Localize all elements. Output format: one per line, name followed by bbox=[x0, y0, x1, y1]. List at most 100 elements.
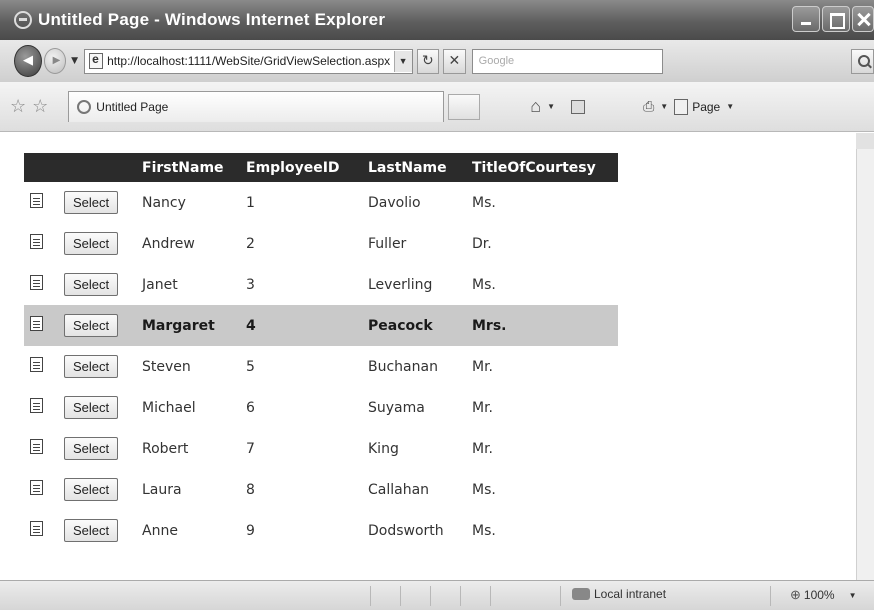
home-icon[interactable]: ⌂ bbox=[530, 96, 541, 117]
add-favorites-icon[interactable]: ☆ bbox=[32, 96, 48, 117]
address-dropdown-icon[interactable]: ▼ bbox=[393, 50, 412, 72]
header-firstname: FirstName bbox=[138, 153, 242, 182]
select-cell: Select bbox=[60, 182, 138, 223]
tab-label: Untitled Page bbox=[96, 100, 169, 114]
cell-titleofcourtesy: Mrs. bbox=[468, 305, 618, 346]
window-title: Untitled Page - Windows Internet Explore… bbox=[38, 10, 386, 29]
header-titleofcourtesy: TitleOfCourtesy bbox=[468, 153, 618, 182]
window-controls bbox=[792, 6, 874, 32]
cell-lastname: Dodsworth bbox=[368, 522, 444, 539]
cell-lastname: King bbox=[368, 440, 399, 457]
security-zone[interactable]: Local intranet bbox=[572, 587, 666, 601]
scroll-up-button[interactable] bbox=[856, 133, 874, 149]
network-icon bbox=[572, 588, 590, 600]
cell-lastname: Fuller bbox=[368, 235, 407, 252]
select-cell: Select bbox=[60, 387, 138, 428]
document-icon bbox=[30, 357, 43, 372]
page-dropdown-icon[interactable]: ▼ bbox=[726, 102, 734, 111]
stop-icon[interactable]: ✕ bbox=[443, 48, 466, 74]
table-row: Select Laura 8 Callahan Ms. bbox=[24, 469, 618, 510]
select-cell: Select bbox=[60, 510, 138, 551]
select-button[interactable]: Select bbox=[64, 437, 119, 460]
search-input[interactable]: Google bbox=[471, 48, 664, 74]
header-blank bbox=[60, 153, 138, 182]
document-icon bbox=[30, 398, 43, 413]
cell-firstname: Steven bbox=[142, 358, 191, 375]
page-menu-button[interactable]: Page bbox=[692, 100, 720, 114]
cell-titleofcourtesy: Ms. bbox=[472, 522, 496, 539]
cell-firstname: Laura bbox=[142, 481, 182, 498]
status-divider bbox=[770, 586, 771, 606]
select-button[interactable]: Select bbox=[64, 478, 119, 501]
cell-employeeid: 2 bbox=[246, 235, 255, 252]
close-button[interactable] bbox=[852, 6, 874, 32]
refresh-icon[interactable]: ↻ bbox=[416, 48, 440, 74]
cell-lastname: Peacock bbox=[364, 305, 468, 346]
page-content: FirstName EmployeeID LastName TitleOfCou… bbox=[8, 133, 860, 580]
command-bar: ⌂ ▼ ⎙ ▼ Page ▼ bbox=[480, 96, 734, 117]
maximize-button[interactable] bbox=[822, 6, 850, 32]
grid-header-row: FirstName EmployeeID LastName TitleOfCou… bbox=[24, 153, 618, 182]
address-url[interactable]: http://localhost:1111/WebSite/GridViewSe… bbox=[107, 54, 394, 68]
zoom-control[interactable]: ⊕ 100% ▼ bbox=[790, 587, 857, 603]
print-dropdown-icon[interactable]: ▼ bbox=[660, 102, 668, 111]
table-row: Select Robert 7 King Mr. bbox=[24, 428, 618, 469]
select-cell: Select bbox=[60, 223, 138, 264]
cell-lastname: Davolio bbox=[368, 194, 421, 211]
cell-firstname: Margaret bbox=[138, 305, 242, 346]
status-divider bbox=[490, 586, 491, 606]
row-icon-cell bbox=[24, 223, 60, 264]
cell-titleofcourtesy: Mr. bbox=[472, 358, 493, 375]
header-lastname: LastName bbox=[364, 153, 468, 182]
cell-firstname: Anne bbox=[142, 522, 178, 539]
document-icon bbox=[30, 521, 43, 536]
recent-pages-dropdown-icon[interactable]: ▼ bbox=[71, 56, 78, 66]
forward-arrow-icon[interactable] bbox=[43, 48, 67, 74]
cell-firstname: Robert bbox=[142, 440, 189, 457]
feeds-icon[interactable] bbox=[571, 99, 586, 114]
page-menu-icon bbox=[674, 98, 689, 115]
select-button[interactable]: Select bbox=[64, 396, 119, 419]
row-icon-cell bbox=[24, 182, 60, 223]
zoom-dropdown-icon[interactable]: ▼ bbox=[849, 591, 857, 600]
zone-label: Local intranet bbox=[594, 587, 667, 601]
document-icon bbox=[30, 439, 43, 454]
star-icon[interactable]: ☆ bbox=[10, 96, 26, 117]
status-divider bbox=[430, 586, 431, 606]
print-icon[interactable]: ⎙ bbox=[643, 98, 654, 115]
table-row: Select Margaret 4 Peacock Mrs. bbox=[24, 305, 618, 346]
select-button[interactable]: Select bbox=[64, 314, 119, 337]
cell-employeeid: 8 bbox=[246, 481, 255, 498]
cell-lastname: Callahan bbox=[368, 481, 430, 498]
cell-employeeid: 1 bbox=[246, 194, 255, 211]
ie-page-icon bbox=[77, 100, 92, 114]
address-bar[interactable]: http://localhost:1111/WebSite/GridViewSe… bbox=[84, 48, 413, 74]
table-row: Select Nancy 1 Davolio Ms. bbox=[24, 182, 618, 223]
home-dropdown-icon[interactable]: ▼ bbox=[547, 102, 555, 111]
select-cell: Select bbox=[60, 428, 138, 469]
select-button[interactable]: Select bbox=[64, 191, 119, 214]
select-button[interactable]: Select bbox=[64, 519, 119, 542]
cell-lastname: Leverling bbox=[368, 276, 433, 293]
select-cell: Select bbox=[60, 469, 138, 510]
table-row: Select Anne 9 Dodsworth Ms. bbox=[24, 510, 618, 551]
search-icon[interactable] bbox=[851, 48, 874, 74]
cell-firstname: Andrew bbox=[142, 235, 195, 252]
select-cell: Select bbox=[60, 264, 138, 305]
back-arrow-icon[interactable] bbox=[14, 45, 42, 77]
minimize-button[interactable] bbox=[792, 6, 820, 32]
select-button[interactable]: Select bbox=[64, 273, 119, 296]
ie-logo-icon bbox=[14, 11, 32, 29]
tab-untitled-page[interactable]: Untitled Page bbox=[68, 91, 445, 122]
grid-body: Select Nancy 1 Davolio Ms. Select Andrew 2 Fulle… bbox=[24, 182, 618, 551]
select-button[interactable]: Select bbox=[64, 232, 119, 255]
vertical-scrollbar[interactable] bbox=[856, 133, 874, 580]
status-divider bbox=[400, 586, 401, 606]
select-cell: Select bbox=[60, 346, 138, 387]
new-tab-button[interactable] bbox=[448, 93, 481, 120]
status-bar: Local intranet ⊕ 100% ▼ bbox=[0, 580, 874, 610]
header-blank bbox=[24, 153, 60, 182]
select-button[interactable]: Select bbox=[64, 355, 119, 378]
header-employeeid: EmployeeID bbox=[242, 153, 364, 182]
page-icon bbox=[89, 52, 104, 69]
